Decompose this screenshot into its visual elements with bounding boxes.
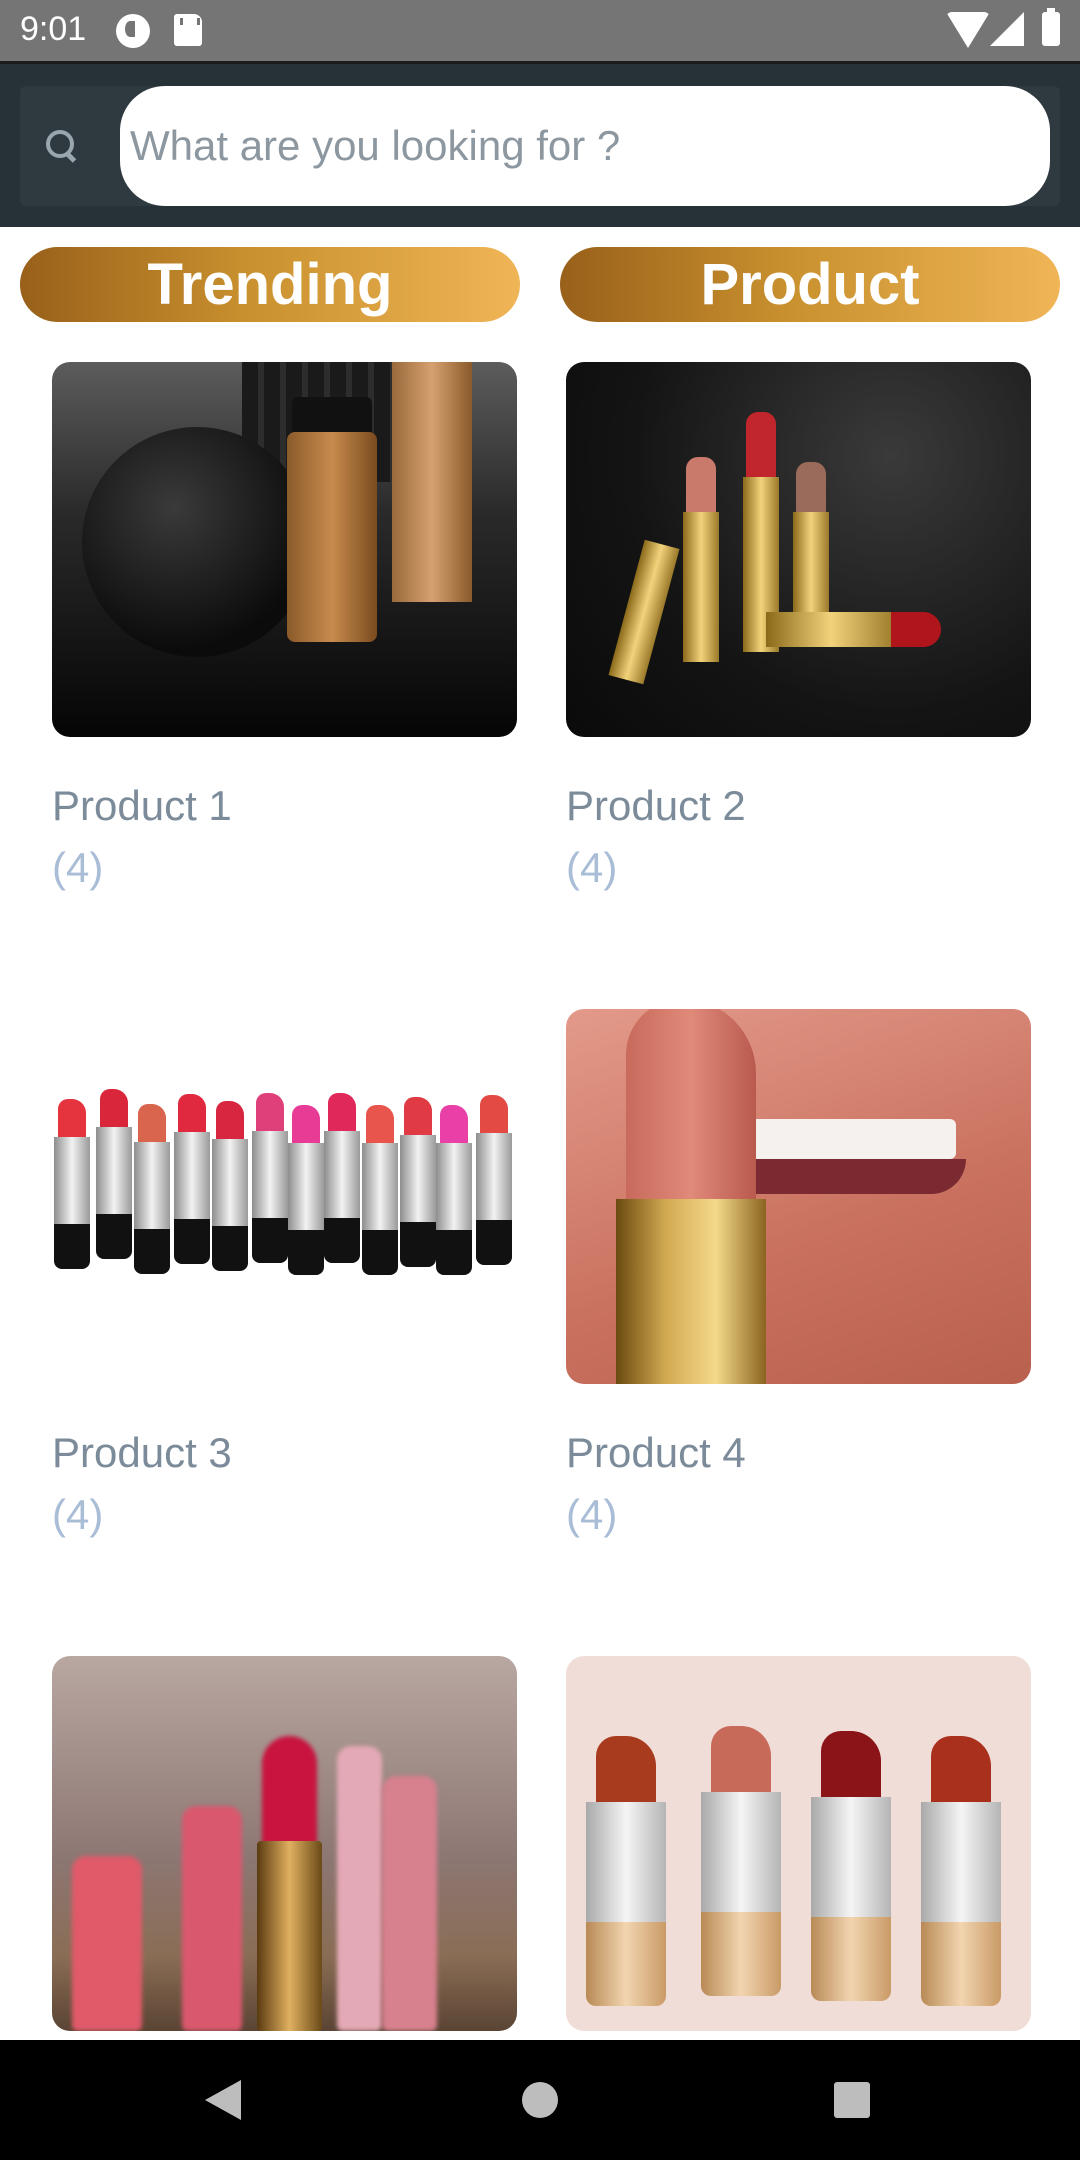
search-bar	[20, 86, 1060, 206]
product-card[interactable]: Product 3 (4)	[52, 1009, 517, 1538]
product-image[interactable]	[566, 362, 1031, 737]
product-image[interactable]	[566, 1009, 1031, 1384]
search-icon[interactable]	[46, 130, 76, 160]
status-time: 9:01	[20, 10, 87, 48]
product-count: (4)	[52, 844, 104, 891]
navigation-bar	[0, 2040, 1080, 2160]
product-image[interactable]	[52, 362, 517, 737]
recents-icon[interactable]	[834, 2082, 870, 2118]
product-card[interactable]	[566, 1656, 1031, 2031]
product-card[interactable]: Product 1 (4)	[52, 362, 517, 891]
app-bar	[0, 61, 1080, 227]
battery-icon	[1042, 8, 1060, 46]
product-card[interactable]	[52, 1656, 517, 2031]
home-icon[interactable]	[522, 2082, 558, 2118]
product-name: Product 1	[52, 782, 232, 829]
product-section-button[interactable]: Product	[560, 247, 1060, 322]
trending-section-button[interactable]: Trending	[20, 247, 520, 322]
product-count: (4)	[566, 1491, 618, 1538]
signal-icon	[990, 12, 1024, 46]
product-name: Product 4	[566, 1429, 746, 1476]
product-count: (4)	[566, 844, 618, 891]
product-card[interactable]: Product 2 (4)	[566, 362, 1031, 891]
sd-card-icon	[174, 14, 202, 46]
product-name: Product 3	[52, 1429, 232, 1476]
product-count: (4)	[52, 1491, 104, 1538]
back-icon[interactable]	[205, 2080, 241, 2120]
product-image[interactable]	[52, 1656, 517, 2031]
wifi-icon	[946, 12, 990, 48]
product-image[interactable]	[566, 1656, 1031, 2031]
app-notification-icon	[116, 14, 150, 48]
search-input[interactable]	[120, 86, 1050, 206]
product-name: Product 2	[566, 782, 746, 829]
product-card[interactable]: Product 4 (4)	[566, 1009, 1031, 1538]
status-bar: 9:01	[0, 0, 1080, 61]
product-image[interactable]	[52, 1009, 517, 1384]
